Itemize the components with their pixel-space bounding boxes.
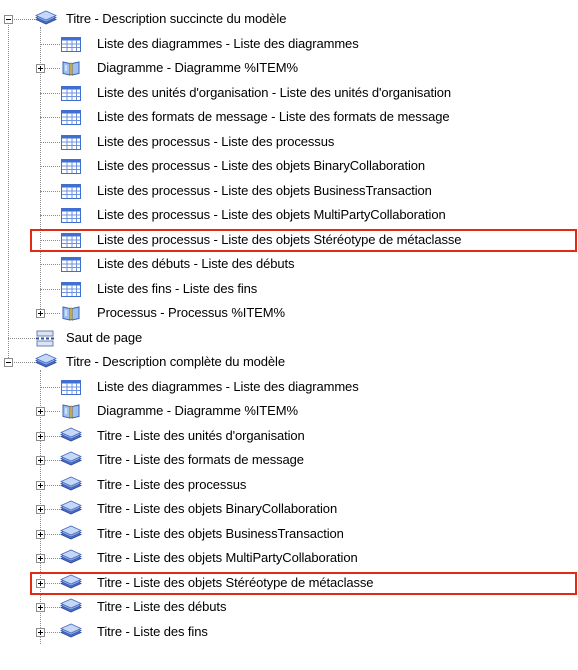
title-stack-icon	[60, 450, 82, 470]
table-list-icon	[60, 132, 82, 152]
expand-toggle-icon[interactable]	[36, 603, 45, 612]
table-list-icon	[60, 181, 82, 201]
tree-node-label: Liste des fins - Liste des fins	[97, 280, 258, 296]
tree-node-label: Saut de page	[66, 329, 143, 345]
tree-node[interactable]: Diagramme - Diagramme %ITEM%	[0, 56, 578, 80]
tree-node[interactable]: Liste des processus - Liste des processu…	[0, 130, 578, 154]
tree-node[interactable]: Titre - Description complète du modèle	[0, 350, 578, 374]
tree-node[interactable]: Liste des processus - Liste des objets B…	[0, 154, 578, 178]
tree-node[interactable]: Titre - Liste des débuts	[0, 595, 578, 619]
tree-node[interactable]: Saut de page	[0, 326, 578, 350]
book-icon	[60, 58, 82, 78]
expand-toggle-icon[interactable]	[36, 627, 45, 637]
book-icon	[60, 303, 82, 323]
title-stack-icon	[60, 622, 82, 642]
tree-node[interactable]: Diagramme - Diagramme %ITEM%	[0, 399, 578, 423]
expand-toggle-icon[interactable]	[36, 456, 45, 465]
tree-node-label: Liste des processus - Liste des objets B…	[97, 158, 426, 173]
tree-node[interactable]: Titre - Liste des fins	[0, 620, 578, 644]
title-stack-icon	[60, 499, 82, 519]
tree-node-label: Titre - Liste des formats de message	[97, 452, 304, 467]
tree-node-label: Liste des processus - Liste des processu…	[97, 133, 335, 149]
tree-node[interactable]: Titre - Liste des unités d'organisation	[0, 424, 578, 448]
tree-node-label: Titre - Liste des objets BusinessTransac…	[97, 525, 344, 541]
tree-node[interactable]: Titre - Liste des processus	[0, 473, 578, 497]
page-break-icon	[35, 328, 57, 348]
tree-node-label: Liste des débuts - Liste des débuts	[97, 256, 295, 271]
highlight-box	[30, 228, 577, 252]
tree-node-label: Liste des diagrammes - Liste des diagram…	[97, 378, 359, 394]
tree-node[interactable]: Titre - Description succincte du modèle	[0, 7, 578, 31]
table-list-icon	[60, 156, 82, 176]
tree-node[interactable]: Liste des processus - Liste des objets M…	[0, 203, 578, 227]
tree-node-label: Titre - Liste des fins	[97, 623, 208, 639]
tree-node-label: Titre - Liste des débuts	[97, 599, 227, 614]
expand-toggle-icon[interactable]	[36, 309, 45, 318]
tree-node-label: Titre - Description complète du modèle	[66, 354, 285, 369]
tree-node[interactable]: Liste des unités d'organisation - Liste …	[0, 81, 578, 105]
tree-node-label: Liste des unités d'organisation - Liste …	[97, 84, 452, 100]
tree-node[interactable]: Titre - Liste des formats de message	[0, 448, 578, 472]
expand-toggle-icon[interactable]	[36, 64, 45, 73]
table-list-icon	[60, 279, 82, 299]
tree-node[interactable]: Liste des processus - Liste des objets B…	[0, 179, 578, 203]
collapse-toggle-icon[interactable]	[4, 358, 13, 367]
title-stack-icon	[60, 548, 82, 568]
tree-node-label: Diagramme - Diagramme %ITEM%	[97, 403, 298, 418]
table-list-icon	[60, 377, 82, 397]
highlight-box	[30, 571, 577, 595]
tree-node-label: Titre - Liste des objets MultiPartyColla…	[97, 550, 358, 565]
book-icon	[60, 401, 82, 421]
report-outline-tree: Titre - Description succincte du modèle L…	[0, 0, 578, 670]
expand-toggle-icon[interactable]	[36, 407, 45, 416]
tree-node[interactable]: Liste des diagrammes - Liste des diagram…	[0, 32, 578, 56]
tree-node-label: Titre - Liste des processus	[97, 476, 247, 492]
tree-node[interactable]: Processus - Processus %ITEM%	[0, 301, 578, 325]
title-stack-icon	[60, 475, 82, 495]
title-stack-icon	[35, 352, 57, 372]
expand-toggle-icon[interactable]	[36, 529, 45, 539]
table-list-icon	[60, 205, 82, 225]
table-list-icon	[60, 107, 82, 127]
tree-node[interactable]: Titre - Liste des objets BusinessTransac…	[0, 522, 578, 546]
expand-toggle-icon[interactable]	[36, 431, 45, 441]
tree-node-label: Processus - Processus %ITEM%	[97, 305, 285, 320]
tree-node-label: Liste des diagrammes - Liste des diagram…	[97, 35, 359, 51]
title-stack-icon	[60, 597, 82, 617]
tree-node-label: Liste des processus - Liste des objets M…	[97, 207, 446, 222]
tree-node[interactable]: Titre - Liste des objets BinaryCollabora…	[0, 497, 578, 521]
tree-node-label: Diagramme - Diagramme %ITEM%	[97, 60, 298, 75]
tree-node[interactable]: Titre - Liste des objets MultiPartyColla…	[0, 546, 578, 570]
expand-toggle-icon[interactable]	[36, 480, 45, 490]
tree-node[interactable]: Liste des fins - Liste des fins	[0, 277, 578, 301]
title-stack-icon	[60, 524, 82, 544]
tree-node-label: Titre - Liste des objets BinaryCollabora…	[97, 501, 338, 516]
tree-node-label: Liste des formats de message - Liste des…	[97, 109, 450, 124]
expand-toggle-icon[interactable]	[36, 554, 45, 563]
table-list-icon	[60, 34, 82, 54]
tree-node-label: Titre - Description succincte du modèle	[66, 11, 287, 26]
tree-node[interactable]: Liste des diagrammes - Liste des diagram…	[0, 375, 578, 399]
tree-node-label: Titre - Liste des unités d'organisation	[97, 427, 305, 443]
title-stack-icon	[60, 426, 82, 446]
expand-toggle-icon[interactable]	[36, 505, 45, 514]
table-list-icon	[60, 254, 82, 274]
tree-node[interactable]: Liste des formats de message - Liste des…	[0, 105, 578, 129]
tree-node-label: Liste des processus - Liste des objets B…	[97, 182, 432, 198]
collapse-toggle-icon[interactable]	[4, 15, 13, 24]
table-list-icon	[60, 83, 82, 103]
tree-node[interactable]: Liste des débuts - Liste des débuts	[0, 252, 578, 276]
title-stack-icon	[35, 9, 57, 29]
